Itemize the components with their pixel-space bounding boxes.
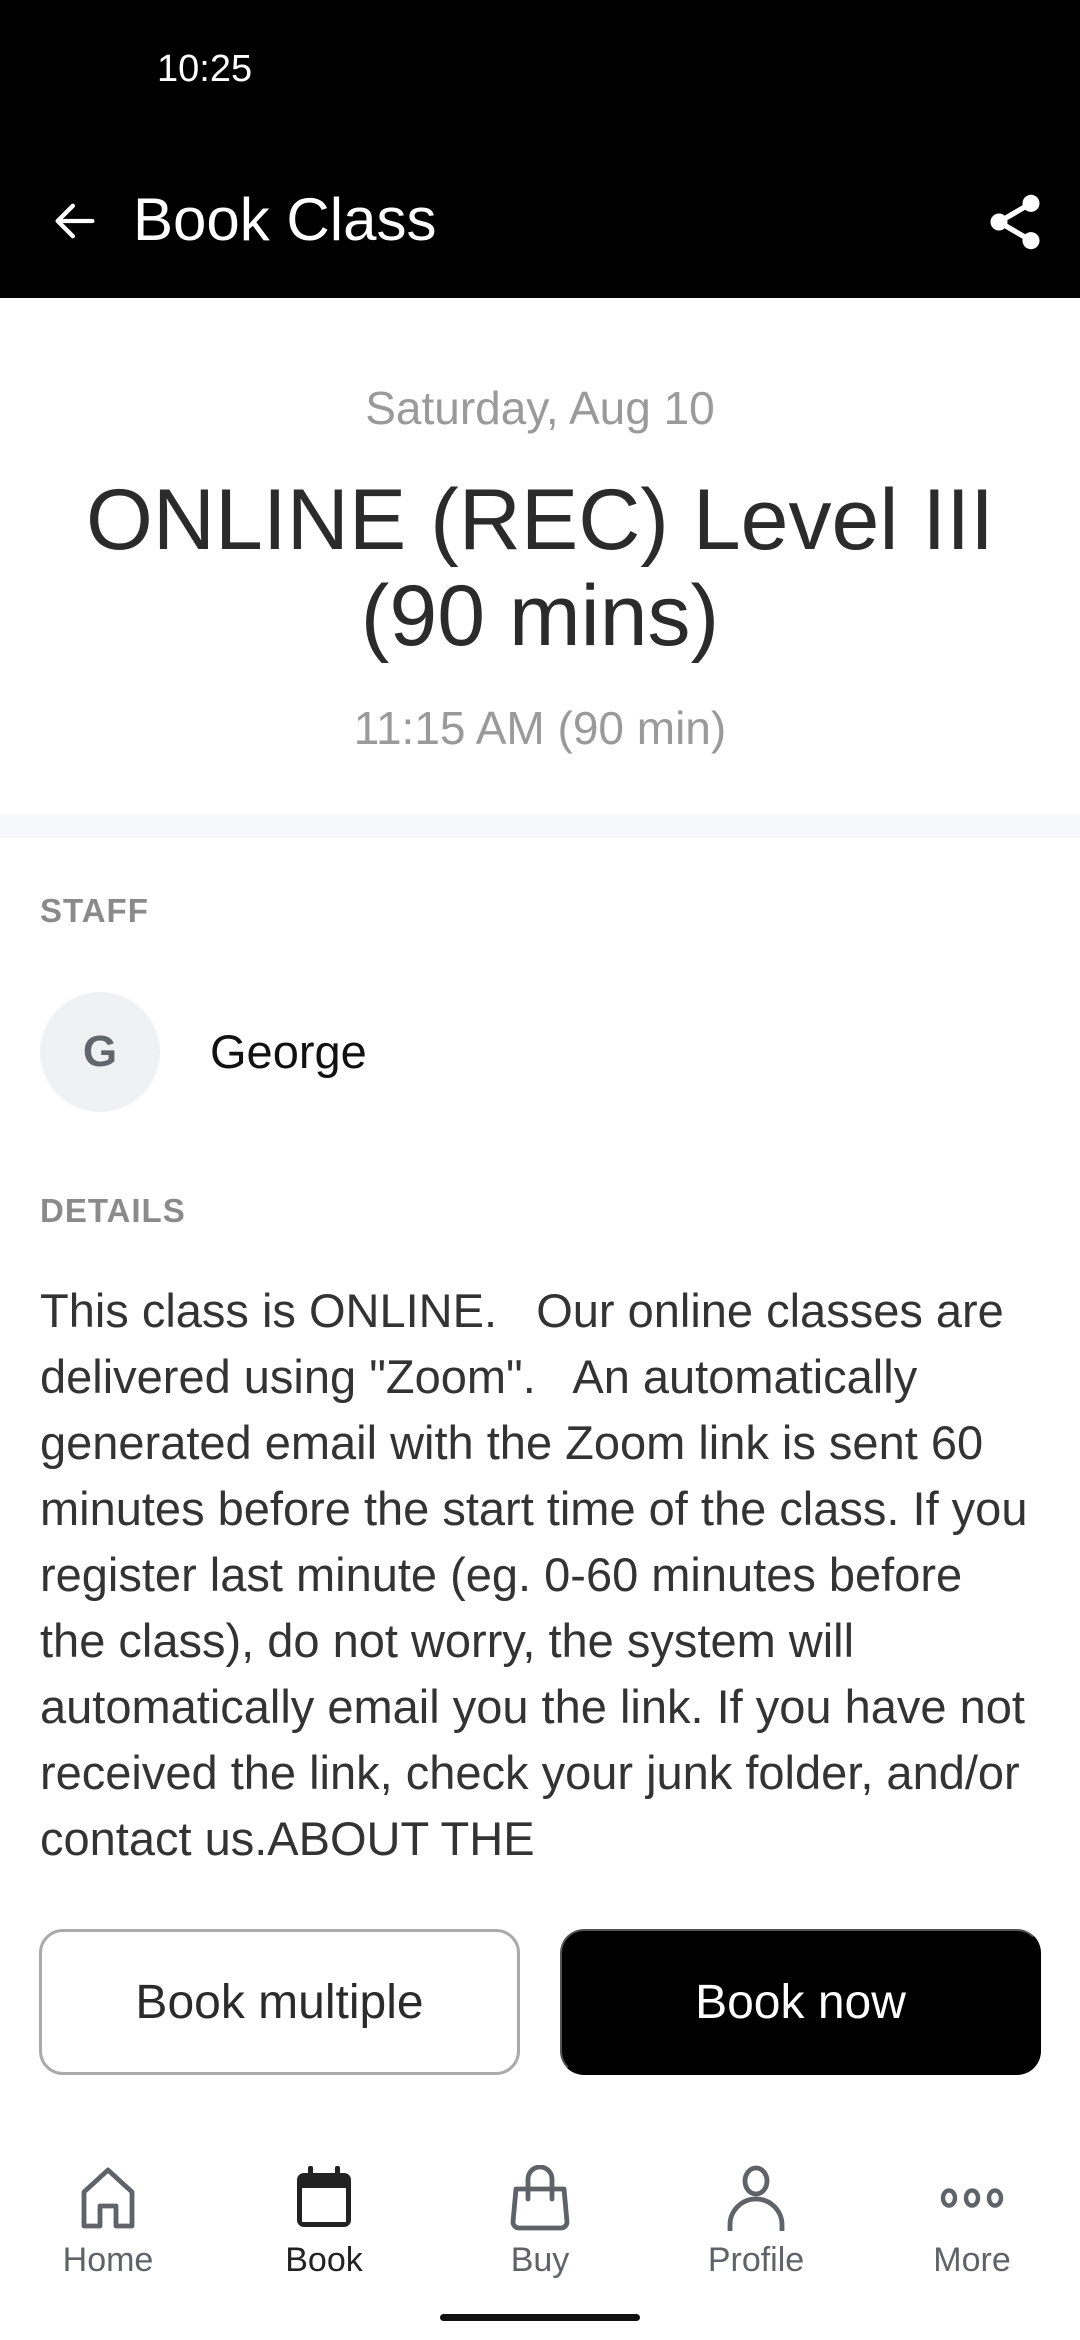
shopping-bag-icon [510, 2164, 570, 2230]
share-button[interactable] [975, 182, 1055, 262]
home-icon [81, 2167, 135, 2228]
class-title: ONLINE (REC) Level III (90 mins) [86, 472, 994, 664]
app-bar: Book Class [0, 130, 1080, 298]
nav-item-more[interactable]: More [864, 2140, 1080, 2280]
avatar: G [40, 992, 160, 1112]
nav-label: Book [285, 2241, 363, 2279]
class-time: 11:15 AM (90 min) [353, 702, 727, 754]
status-bar: 10:25 [0, 0, 1080, 130]
back-button[interactable] [40, 186, 110, 256]
arrow-left-icon [55, 203, 95, 239]
nav-label: Buy [510, 2241, 570, 2279]
details-section-label: DETAILS [40, 1192, 186, 1229]
status-time: 10:25 [157, 48, 253, 90]
bottom-navigation: Home Book Buy Profile More [0, 2140, 1080, 2280]
nav-item-buy[interactable]: Buy [432, 2140, 648, 2280]
class-date: Saturday, Aug 10 [365, 382, 715, 434]
class-header: Saturday, Aug 10 ONLINE (REC) Level III … [0, 298, 1080, 814]
nav-label: Profile [707, 2241, 805, 2279]
book-now-button[interactable]: Book now [560, 1929, 1041, 2075]
section-divider [0, 814, 1080, 838]
book-multiple-button[interactable]: Book multiple [39, 1929, 520, 2075]
more-horizontal-icon [940, 2187, 1004, 2208]
nav-item-home[interactable]: Home [0, 2140, 216, 2280]
share-icon [990, 194, 1040, 250]
nav-label: Home [62, 2241, 154, 2279]
class-description: This class is ONLINE. Our online classes… [40, 1284, 1040, 1860]
home-indicator[interactable] [440, 2314, 640, 2321]
nav-item-profile[interactable]: Profile [648, 2140, 864, 2280]
nav-label: More [933, 2241, 1011, 2279]
page-title: Book Class [133, 186, 437, 253]
staff-name: George [210, 1025, 367, 1078]
staff-section-label: STAFF [40, 892, 149, 929]
calendar-icon [297, 2165, 351, 2227]
staff-list-item[interactable]: G George [40, 992, 1040, 1112]
nav-item-book[interactable]: Book [216, 2140, 432, 2280]
person-icon [727, 2165, 785, 2231]
